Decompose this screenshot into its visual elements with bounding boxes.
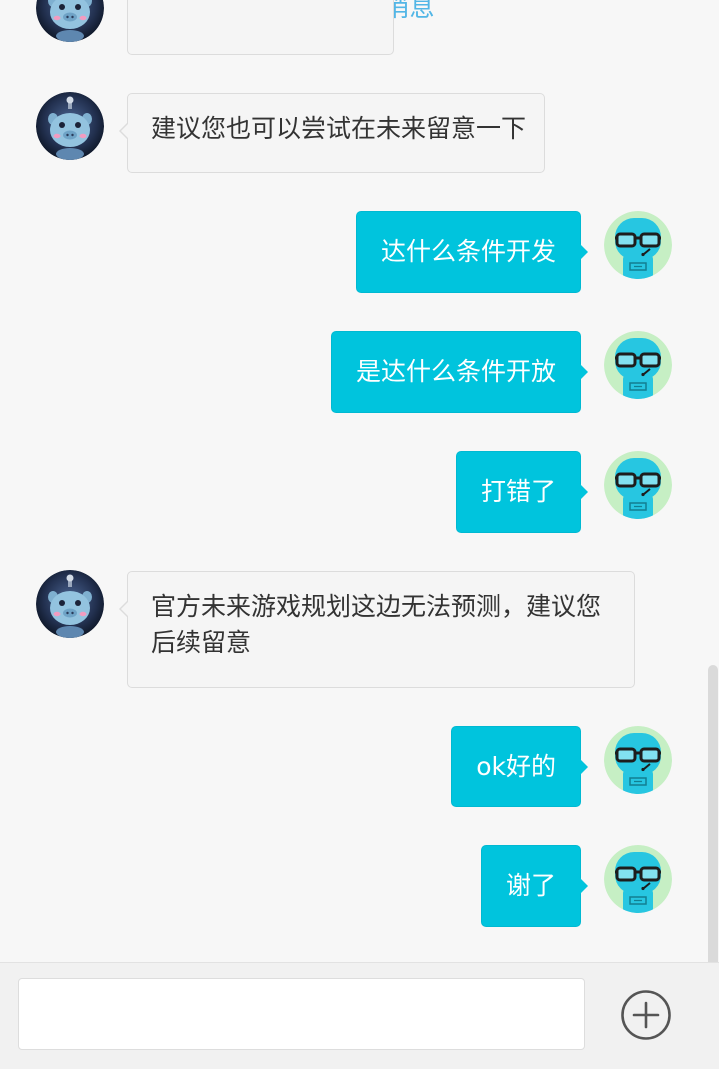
message-text: ok好的 <box>476 752 556 781</box>
pig-robot-avatar-icon <box>36 570 104 638</box>
message-bubble-outgoing: 谢了 <box>480 845 589 927</box>
message-text: 达什么条件开发 <box>380 237 556 266</box>
message-input[interactable] <box>18 978 585 1050</box>
glasses-robot-avatar-icon <box>604 845 672 913</box>
message-text: 谢了 <box>505 871 556 900</box>
message-text: 官方未来游戏规划这边无法预测，建议您后续留意 <box>151 592 602 657</box>
agent-avatar[interactable] <box>36 0 104 42</box>
glasses-robot-avatar-icon <box>604 451 672 519</box>
pig-robot-avatar-icon <box>36 92 104 160</box>
message-bubble-incoming: 官方未来游戏规划这边无法预测，建议您后续留意 <box>119 571 635 688</box>
add-attachment-button[interactable] <box>620 989 672 1041</box>
user-avatar[interactable] <box>604 211 672 279</box>
message-bubble-outgoing: 达什么条件开发 <box>355 211 589 293</box>
user-avatar[interactable] <box>604 331 672 399</box>
message-bubble-outgoing: ok好的 <box>451 726 588 807</box>
user-avatar[interactable] <box>604 845 672 913</box>
pig-robot-avatar-icon <box>36 0 104 42</box>
glasses-robot-avatar-icon <box>604 726 672 794</box>
message-text: 建议您也可以尝试在未来留意一下 <box>151 114 527 143</box>
scrollbar-thumb[interactable] <box>708 665 718 962</box>
chat-message-list[interactable]: 查看更早消息 建议您也可以尝试在未来留意一下 达什么条件开发 是达什么条件开放 … <box>0 0 719 962</box>
message-text: 打错了 <box>480 477 556 506</box>
glasses-robot-avatar-icon <box>604 331 672 399</box>
message-bubble-incoming: 建议您也可以尝试在未来留意一下 <box>119 93 545 173</box>
user-avatar[interactable] <box>604 726 672 794</box>
message-text: 是达什么条件开放 <box>355 357 556 386</box>
message-bubble-outgoing: 是达什么条件开放 <box>330 331 589 413</box>
message-composer <box>0 962 719 1069</box>
user-avatar[interactable] <box>604 451 672 519</box>
agent-avatar[interactable] <box>36 92 104 160</box>
message-bubble-incoming-partial <box>127 0 394 55</box>
agent-avatar[interactable] <box>36 570 104 638</box>
message-bubble-outgoing: 打错了 <box>455 451 589 533</box>
plus-circle-icon <box>621 990 671 1040</box>
glasses-robot-avatar-icon <box>604 211 672 279</box>
